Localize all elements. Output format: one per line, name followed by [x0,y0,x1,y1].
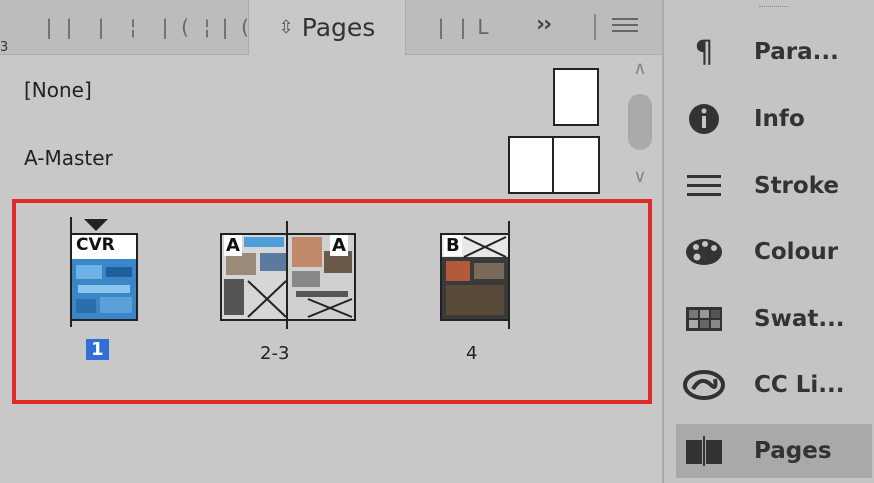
dock-item-label: Swat... [754,306,845,332]
pages-panel: | | | ¦ | ( ¦ | ( ⇳ Pages | | L ›› 3 [No… [0,0,662,483]
master-none-thumbnail[interactable] [553,68,599,126]
dock-item-info[interactable]: Info [676,93,872,145]
document-pages-section: CVR 1 A A 2-3 B 4 [12,199,652,404]
scroll-up-icon[interactable]: ∧ [626,58,654,82]
dock-item-label: CC Li... [754,372,845,398]
collapsed-tab[interactable]: ( [178,10,192,44]
dock-item-label: Colour [754,239,839,265]
collapsed-tab[interactable]: ¦ [200,10,214,44]
dock-item-swatches[interactable]: Swat... [676,293,872,345]
page-number-1[interactable]: 1 [86,339,109,360]
cc-libraries-icon [676,369,732,401]
page-4-group[interactable]: B 4 [436,217,536,367]
page-prefix: A [330,235,348,256]
sort-arrows-icon: ⇳ [278,17,294,38]
info-icon [676,102,732,136]
master-none-label[interactable]: [None] [24,78,92,102]
dock-item-label: Stroke [754,173,839,199]
stroke-icon [676,171,732,201]
page-2-thumbnail[interactable]: A [220,233,290,321]
swatches-icon [676,306,732,332]
dock-item-stroke[interactable]: Stroke [676,160,872,212]
tab-pages[interactable]: ⇳ Pages [248,0,406,55]
page-1-group[interactable]: CVR 1 [68,217,148,367]
dock-item-label: Para... [754,39,839,65]
dock-item-label: Info [754,106,805,132]
collapsed-tab[interactable]: | [94,10,108,44]
more-tabs-icon[interactable]: ›› [536,12,552,37]
collapsed-tab[interactable]: | [434,10,448,44]
page-prefix: B [444,235,462,256]
masters-section: [None] A-Master [0,56,620,196]
page-prefix: CVR [74,235,117,255]
paragraph-icon: ¶ [694,34,714,70]
collapsed-tab[interactable]: | [218,10,232,44]
page-prefix: A [224,235,242,256]
cover-marker-icon [84,219,108,231]
collapsed-tab[interactable]: L [476,10,490,44]
masters-scrollbar[interactable]: ∧ ∨ [620,58,660,196]
tab-divider [594,14,596,40]
master-a-right-page[interactable] [552,136,600,194]
scroll-down-icon[interactable]: ∨ [626,166,654,190]
panel-tab-bar: | | | ¦ | ( ¦ | ( ⇳ Pages | | L ›› [0,0,662,55]
dock-item-paragraph[interactable]: ¶ Para... [676,26,872,78]
pages-icon [676,434,732,468]
dock-item-pages[interactable]: Pages [676,424,872,478]
collapsed-tab[interactable]: | [62,10,76,44]
dock-item-label: Pages [754,438,832,464]
page-number-2-3[interactable]: 2-3 [260,343,289,364]
palette-icon [676,236,732,268]
collapsed-tab[interactable]: | [42,10,56,44]
dock-grip[interactable] [759,6,789,9]
page-3-thumbnail[interactable]: A [286,233,356,321]
collapsed-tab[interactable]: | [456,10,470,44]
panel-dock: ¶ Para... Info Stroke Colour Swat... CC … [662,0,874,483]
panel-menu-icon[interactable] [612,18,638,36]
dock-item-colour[interactable]: Colour [676,226,872,278]
page-4-thumbnail[interactable]: B [440,233,510,321]
master-a-label[interactable]: A-Master [24,146,113,170]
master-a-left-page[interactable] [508,136,554,194]
page-number-4[interactable]: 4 [466,343,477,364]
dock-item-cc-libraries[interactable]: CC Li... [676,359,872,411]
page-1-thumbnail[interactable]: CVR [70,233,138,321]
edge-mark: 3 [0,40,9,55]
scroll-thumb[interactable] [628,94,652,150]
tab-pages-label: Pages [301,13,376,42]
collapsed-tab[interactable]: ¦ [126,10,140,44]
page-2-3-group[interactable]: A A 2-3 [216,217,366,367]
collapsed-tab[interactable]: | [158,10,172,44]
